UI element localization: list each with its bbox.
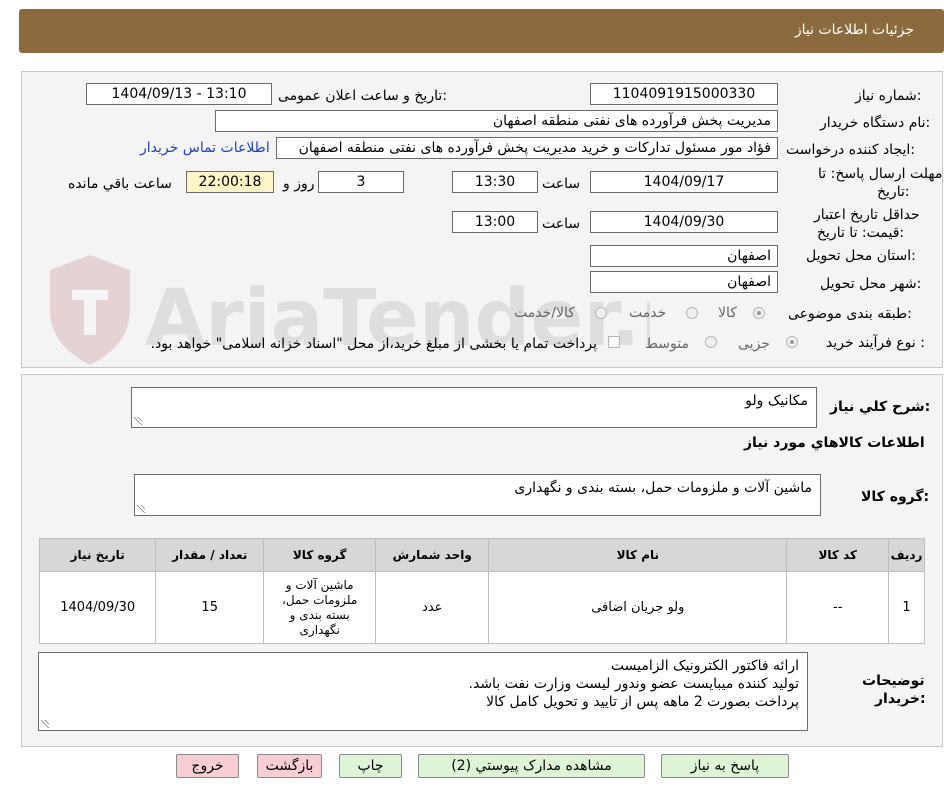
attachments-button[interactable]: مشاهده مدارک پیوستي (2) <box>418 754 645 778</box>
items-table: ردیف کد کالا نام کالا واحد شمارش گروه کا… <box>38 538 925 644</box>
summary-label: شرح کلي نیاز: <box>830 399 931 415</box>
payment-note: پرداخت تمام یا بخشی از مبلغ خرید،از محل … <box>150 336 597 352</box>
cell-item-name: ولو جریان اضافی <box>488 571 788 644</box>
back-button[interactable]: بازگشت <box>257 754 322 778</box>
deadline-time-field: 13:30 <box>452 171 538 193</box>
notes-line: ارائه فاکتور الکترونیک الزامیست <box>610 658 799 674</box>
cell-need-date: 1404/09/30 <box>38 571 157 644</box>
category-radio-both[interactable] <box>595 307 607 319</box>
print-button[interactable]: چاپ <box>339 754 402 778</box>
validity-label-2: قیمت: تا تاریخ: <box>817 225 905 241</box>
col-need-date: تاریخ نیاز <box>38 538 157 572</box>
announce-field: 1404/09/13 - 13:10 <box>86 83 272 105</box>
notes-textarea[interactable]: ارائه فاکتور الکترونیک الزامیست تولید کن… <box>38 652 808 731</box>
requester-label: ایجاد کننده درخواست: <box>786 142 915 158</box>
category-option-both: کالا/خدمت <box>514 305 575 321</box>
contact-info-link[interactable]: اطلاعات تماس خریدار <box>140 140 270 156</box>
group-textarea[interactable]: ماشین آلات و ملزومات حمل، بسته بندی و نگ… <box>134 474 821 516</box>
process-radio-medium[interactable] <box>705 336 717 348</box>
validity-time-field: 13:00 <box>452 211 538 233</box>
category-option-service: خدمت <box>629 305 667 321</box>
days-field: 3 <box>318 171 404 193</box>
requester-field: فؤاد مور مسئول تدارکات و خرید مدیریت پخش… <box>276 137 778 159</box>
table-header-row: ردیف کد کالا نام کالا واحد شمارش گروه کا… <box>38 538 925 572</box>
resize-handle-icon[interactable] <box>134 417 142 425</box>
buyer-org-field: مدیریت پخش فرآورده های نفتی منطقه اصفهان <box>215 110 778 132</box>
group-text: ماشین آلات و ملزومات حمل، بسته بندی و نگ… <box>514 480 812 496</box>
category-option-goods: کالا <box>718 305 737 321</box>
cell-item-group: ماشین آلات و ملزومات حمل، بسته بندی و نگ… <box>263 571 377 644</box>
col-item-name: نام کالا <box>488 538 788 572</box>
remaining-time-field: 22:00:18 <box>186 171 274 193</box>
deadline-label-2: تاریخ: <box>877 184 910 200</box>
notes-label-2: خریدار: <box>875 691 926 707</box>
city-field: اصفهان <box>590 271 778 293</box>
exit-button[interactable]: خروج <box>176 754 239 778</box>
category-label: طبقه بندی موضوعی: <box>788 306 912 322</box>
deadline-time-label: ساعت <box>542 176 581 192</box>
col-item-code: کد کالا <box>786 538 890 572</box>
category-radio-service[interactable] <box>686 307 698 319</box>
category-radio-goods[interactable] <box>753 307 765 319</box>
validity-label: حداقل تاریخ اعتبار <box>814 207 920 223</box>
process-option-minor: جزیی <box>738 336 770 352</box>
resize-handle-icon[interactable] <box>137 505 145 513</box>
province-field: اصفهان <box>590 245 778 267</box>
cell-quantity: 15 <box>155 571 265 644</box>
process-option-medium: متوسط <box>645 336 689 352</box>
group-label: گروه کالا: <box>861 489 930 505</box>
page-header: جزئیات اطلاعات نیاز <box>19 9 944 53</box>
summary-textarea[interactable]: مکانیک ولو <box>131 387 817 428</box>
page-title: جزئیات اطلاعات نیاز <box>794 22 914 38</box>
col-quantity: تعداد / مقدار <box>155 538 265 572</box>
days-label: روز و <box>283 176 315 192</box>
buyer-org-label: نام دستگاه خریدار: <box>820 115 931 131</box>
deadline-label: مهلت ارسال پاسخ: تا <box>818 166 943 182</box>
process-label: نوع فرآیند خرید : <box>826 335 925 351</box>
reply-button[interactable]: پاسخ به نیاز <box>661 754 789 778</box>
notes-label: توضیحات <box>862 673 925 689</box>
col-row-number: ردیف <box>888 538 925 572</box>
announce-label: تاریخ و ساعت اعلان عمومی: <box>278 88 447 104</box>
need-number-label: شماره نیاز: <box>855 88 922 104</box>
province-label: استان محل تحویل: <box>806 248 916 264</box>
cell-row-number: 1 <box>888 571 925 644</box>
resize-handle-icon[interactable] <box>41 720 49 728</box>
notes-line: تولید کننده میبایست عضو وندور لیست وزارت… <box>468 676 799 692</box>
remaining-label: ساعت باقي مانده <box>68 176 172 192</box>
process-radio-minor[interactable] <box>786 336 798 348</box>
col-item-group: گروه کالا <box>263 538 377 572</box>
deadline-date-field: 1404/09/17 <box>590 171 778 193</box>
need-number-field: 1104091915000330 <box>590 83 778 105</box>
validity-date-field: 1404/09/30 <box>590 211 778 233</box>
summary-text: مکانیک ولو <box>745 393 808 409</box>
cell-item-code: -- <box>786 571 890 644</box>
col-unit: واحد شمارش <box>375 538 490 572</box>
cell-unit: عدد <box>375 571 490 644</box>
validity-time-label: ساعت <box>542 216 581 232</box>
city-label: شهر محل تحویل: <box>820 276 922 292</box>
notes-line: پرداخت بصورت 2 ماهه پس از تایید و تحویل … <box>486 694 799 710</box>
table-row: 1 -- ولو جریان اضافی عدد ماشین آلات و مل… <box>38 571 925 644</box>
treasury-checkbox[interactable] <box>608 336 620 348</box>
items-info-title: اطلاعات کالاهاي مورد نیاز <box>744 435 925 451</box>
